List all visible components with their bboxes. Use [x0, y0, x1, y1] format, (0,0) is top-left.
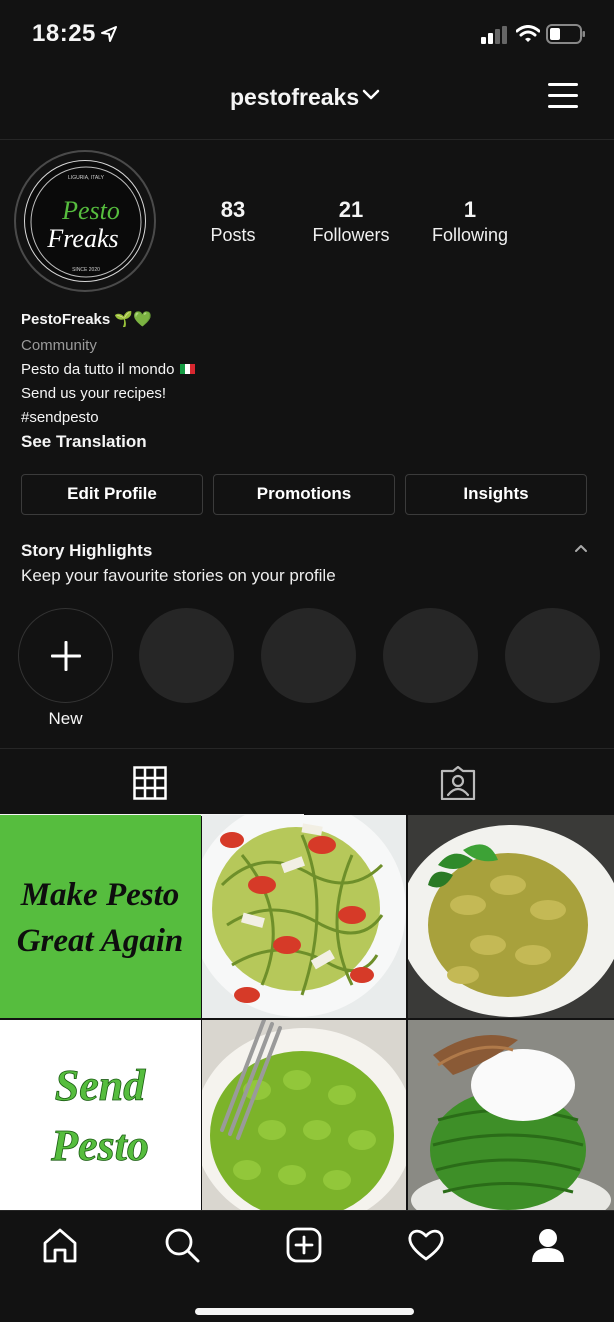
highlight-placeholder — [505, 608, 600, 703]
zucchini-pasta-photo — [202, 815, 406, 1017]
post-tile[interactable] — [202, 1020, 406, 1223]
see-translation-link[interactable]: See Translation — [21, 431, 601, 453]
status-bar: 18:25 — [0, 0, 614, 66]
chevron-down-icon[interactable] — [362, 88, 380, 107]
post-tile[interactable] — [408, 1020, 614, 1223]
post-text-line2: Pesto — [50, 1121, 149, 1170]
category-label: Community — [21, 337, 97, 354]
search-icon[interactable] — [163, 1226, 201, 1269]
status-time: 18:25 — [32, 20, 96, 47]
stat-followers-label: Followers — [312, 225, 390, 245]
story-highlights-title: Story Highlights — [21, 541, 153, 560]
avatar[interactable]: LIGURIA, ITALY Pesto Freaks SINCE 2020 — [24, 160, 146, 282]
promotions-button[interactable]: Promotions — [213, 474, 395, 515]
profile-header: pestofreaks — [0, 66, 614, 140]
stat-followers[interactable]: 21 Followers — [286, 197, 416, 247]
new-highlight-label: New — [48, 709, 83, 728]
display-name: PestoFreaks 🌱💚 — [21, 311, 152, 328]
stat-posts-label: Posts — [210, 225, 256, 245]
avatar-bottom-text: SINCE 2020 — [72, 267, 100, 273]
profile-bio: PestoFreaks 🌱💚 Community Pesto da tutto … — [21, 310, 601, 453]
grid-icon — [133, 766, 167, 800]
stat-following[interactable]: 1 Following — [405, 197, 535, 247]
highlight-placeholder — [383, 608, 478, 703]
tab-posts-grid[interactable] — [0, 749, 304, 816]
avatar-top-text: LIGURIA, ITALY — [68, 175, 105, 181]
post-text-line2: Great Again — [17, 923, 184, 959]
new-highlight-button[interactable] — [18, 608, 113, 703]
edit-profile-button[interactable]: Edit Profile — [21, 474, 203, 515]
wifi-icon — [515, 25, 541, 48]
bio-line-1-text: Pesto da tutto il mondo — [21, 361, 175, 378]
farfalle-pesto-photo — [408, 825, 614, 1017]
profile-tabs — [0, 748, 614, 816]
post-text-line1: Make Pesto — [20, 877, 180, 913]
tab-tagged[interactable] — [304, 749, 614, 816]
new-post-icon[interactable] — [285, 1226, 323, 1269]
chevron-up-icon[interactable] — [573, 541, 589, 559]
tagged-person-icon — [440, 766, 476, 800]
heart-activity-icon[interactable] — [407, 1226, 445, 1269]
home-icon[interactable] — [41, 1226, 79, 1269]
highlight-placeholder — [139, 608, 234, 703]
insights-button[interactable]: Insights — [405, 474, 587, 515]
gnocchi-pesto-photo — [202, 1020, 406, 1223]
stat-following-value: 1 — [463, 197, 477, 222]
bottom-navigation — [0, 1210, 614, 1322]
post-tile[interactable] — [202, 815, 406, 1018]
plus-icon — [51, 641, 81, 671]
profile-icon[interactable] — [529, 1226, 567, 1269]
highlight-placeholder — [261, 608, 356, 703]
post-text-line1: Send — [55, 1061, 146, 1110]
bio-line-1: Pesto da tutto il mondo — [21, 360, 601, 380]
story-highlights-subtitle: Keep your favourite stories on your prof… — [21, 566, 336, 585]
avatar-logo-freaks: Freaks — [46, 224, 118, 253]
home-indicator[interactable] — [195, 1308, 414, 1315]
hashtag-link[interactable]: #sendpesto — [21, 408, 601, 428]
bio-line-2: Send us your recipes! — [21, 385, 167, 402]
stat-posts[interactable]: 83 Posts — [168, 197, 298, 247]
stat-followers-value: 21 — [338, 197, 364, 222]
stat-posts-value: 83 — [220, 197, 246, 222]
post-tile[interactable] — [408, 815, 614, 1018]
posts-grid: Make Pesto Great Again Send Pesto — [0, 815, 614, 1223]
post-tile[interactable]: Make Pesto Great Again — [0, 815, 201, 1018]
spaghetti-burrata-photo — [411, 1035, 611, 1223]
account-switcher-username[interactable]: pestofreaks — [230, 84, 359, 111]
cellular-signal-icon — [481, 26, 509, 49]
stat-following-label: Following — [431, 225, 509, 245]
battery-icon — [546, 24, 586, 49]
location-arrow-icon — [101, 26, 117, 47]
avatar-logo-pesto: Pesto — [61, 196, 120, 225]
hamburger-menu-icon[interactable] — [546, 80, 580, 117]
italy-flag-icon — [180, 364, 196, 374]
post-tile[interactable]: Send Pesto — [0, 1020, 201, 1223]
